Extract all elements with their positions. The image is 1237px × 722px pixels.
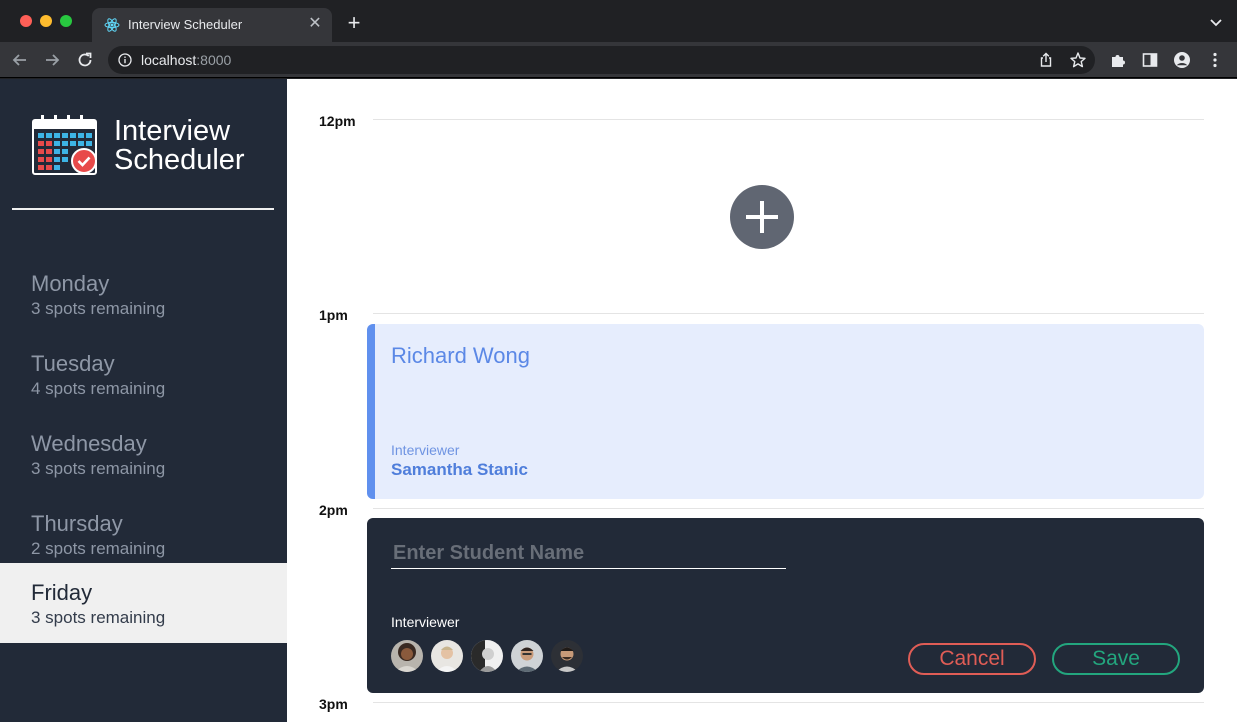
save-button[interactable]: Save [1052, 643, 1180, 675]
browser-tab[interactable]: Interview Scheduler ✕ [92, 8, 332, 42]
new-tab-icon[interactable]: + [344, 12, 364, 34]
day-spots-remaining: 3 spots remaining [31, 459, 166, 478]
site-info-icon[interactable] [118, 53, 132, 67]
student-name-input[interactable] [391, 539, 786, 569]
day-spots-remaining: 4 spots remaining [31, 379, 166, 398]
time-slot-label: 2pm [319, 502, 348, 518]
appointment-card[interactable]: Richard Wong Interviewer Samantha Stanic [367, 324, 1204, 499]
back-arrow-icon[interactable] [10, 50, 30, 70]
appointment-interviewer-name: Samantha Stanic [391, 460, 528, 479]
add-appointment-button[interactable] [730, 185, 794, 249]
time-slot-divider [373, 702, 1204, 703]
window-minimize-button[interactable] [40, 15, 52, 27]
appointment-accent-bar [367, 324, 375, 499]
time-slot-divider [373, 508, 1204, 509]
day-name: Thursday [31, 511, 123, 536]
day-list-item-friday[interactable]: Friday 3 spots remaining [0, 563, 287, 643]
url-text: localhost:8000 [141, 52, 232, 68]
interviewer-avatar[interactable] [511, 640, 543, 672]
day-name: Tuesday [31, 351, 115, 376]
day-spots-remaining: 2 spots remaining [31, 539, 166, 558]
day-spots-remaining: 3 spots remaining [31, 299, 166, 318]
extensions-puzzle-icon[interactable] [1109, 51, 1127, 69]
interviewer-avatar[interactable] [551, 640, 583, 672]
appointment-student-name: Richard Wong [391, 343, 530, 368]
time-slot-divider [373, 119, 1204, 120]
day-name: Friday [31, 580, 93, 605]
window-zoom-button[interactable] [60, 15, 72, 27]
forward-arrow-icon[interactable] [42, 50, 62, 70]
react-favicon-icon [104, 18, 120, 32]
schedule: 12pm 1pm Richard Wong Interviewer Samant… [287, 79, 1237, 722]
appointment-interviewer-label: Interviewer [391, 442, 460, 458]
day-list-item-monday[interactable]: Monday 3 spots remaining [0, 254, 287, 334]
time-slot-label: 12pm [319, 113, 356, 129]
interviewer-avatar[interactable] [391, 640, 423, 672]
calendar-logo-icon [32, 115, 97, 175]
appointment-form: Interviewer [367, 518, 1204, 693]
day-name: Wednesday [31, 431, 147, 456]
bookmark-star-icon[interactable] [1069, 51, 1087, 69]
day-spots-remaining: 3 spots remaining [31, 608, 166, 627]
app-viewport: Interview Scheduler Monday 3 spots remai… [0, 79, 1237, 722]
cancel-button[interactable]: Cancel [908, 643, 1036, 675]
app-brand-title: Interview Scheduler [114, 115, 245, 176]
share-icon[interactable] [1037, 51, 1055, 69]
time-slot-divider [373, 313, 1204, 314]
browser-menu-kebab-icon[interactable] [1206, 51, 1224, 69]
time-slot-label: 1pm [319, 307, 348, 323]
profile-avatar-icon[interactable] [1173, 51, 1191, 69]
sidebar: Interview Scheduler Monday 3 spots remai… [0, 79, 287, 722]
browser-tab-bar: Interview Scheduler ✕ + [0, 0, 1237, 42]
day-list-item-thursday[interactable]: Thursday 2 spots remaining [0, 494, 287, 574]
tab-close-icon[interactable]: ✕ [306, 15, 324, 33]
browser-toolbar: localhost:8000 [0, 42, 1237, 78]
time-slot-label: 3pm [319, 696, 348, 712]
window-close-button[interactable] [20, 15, 32, 27]
interviewer-avatar[interactable] [471, 640, 503, 672]
day-list-item-tuesday[interactable]: Tuesday 4 spots remaining [0, 334, 287, 414]
sidebar-divider [12, 208, 274, 210]
tab-title: Interview Scheduler [128, 17, 243, 32]
interviewer-avatar[interactable] [431, 640, 463, 672]
day-name: Monday [31, 271, 110, 296]
day-list-item-wednesday[interactable]: Wednesday 3 spots remaining [0, 414, 287, 494]
tab-search-chevron-icon[interactable] [1209, 15, 1223, 29]
address-bar[interactable]: localhost:8000 [108, 46, 1095, 74]
side-panel-icon[interactable] [1141, 51, 1159, 69]
reload-icon[interactable] [75, 50, 95, 70]
interviewer-list-label: Interviewer [391, 614, 460, 630]
